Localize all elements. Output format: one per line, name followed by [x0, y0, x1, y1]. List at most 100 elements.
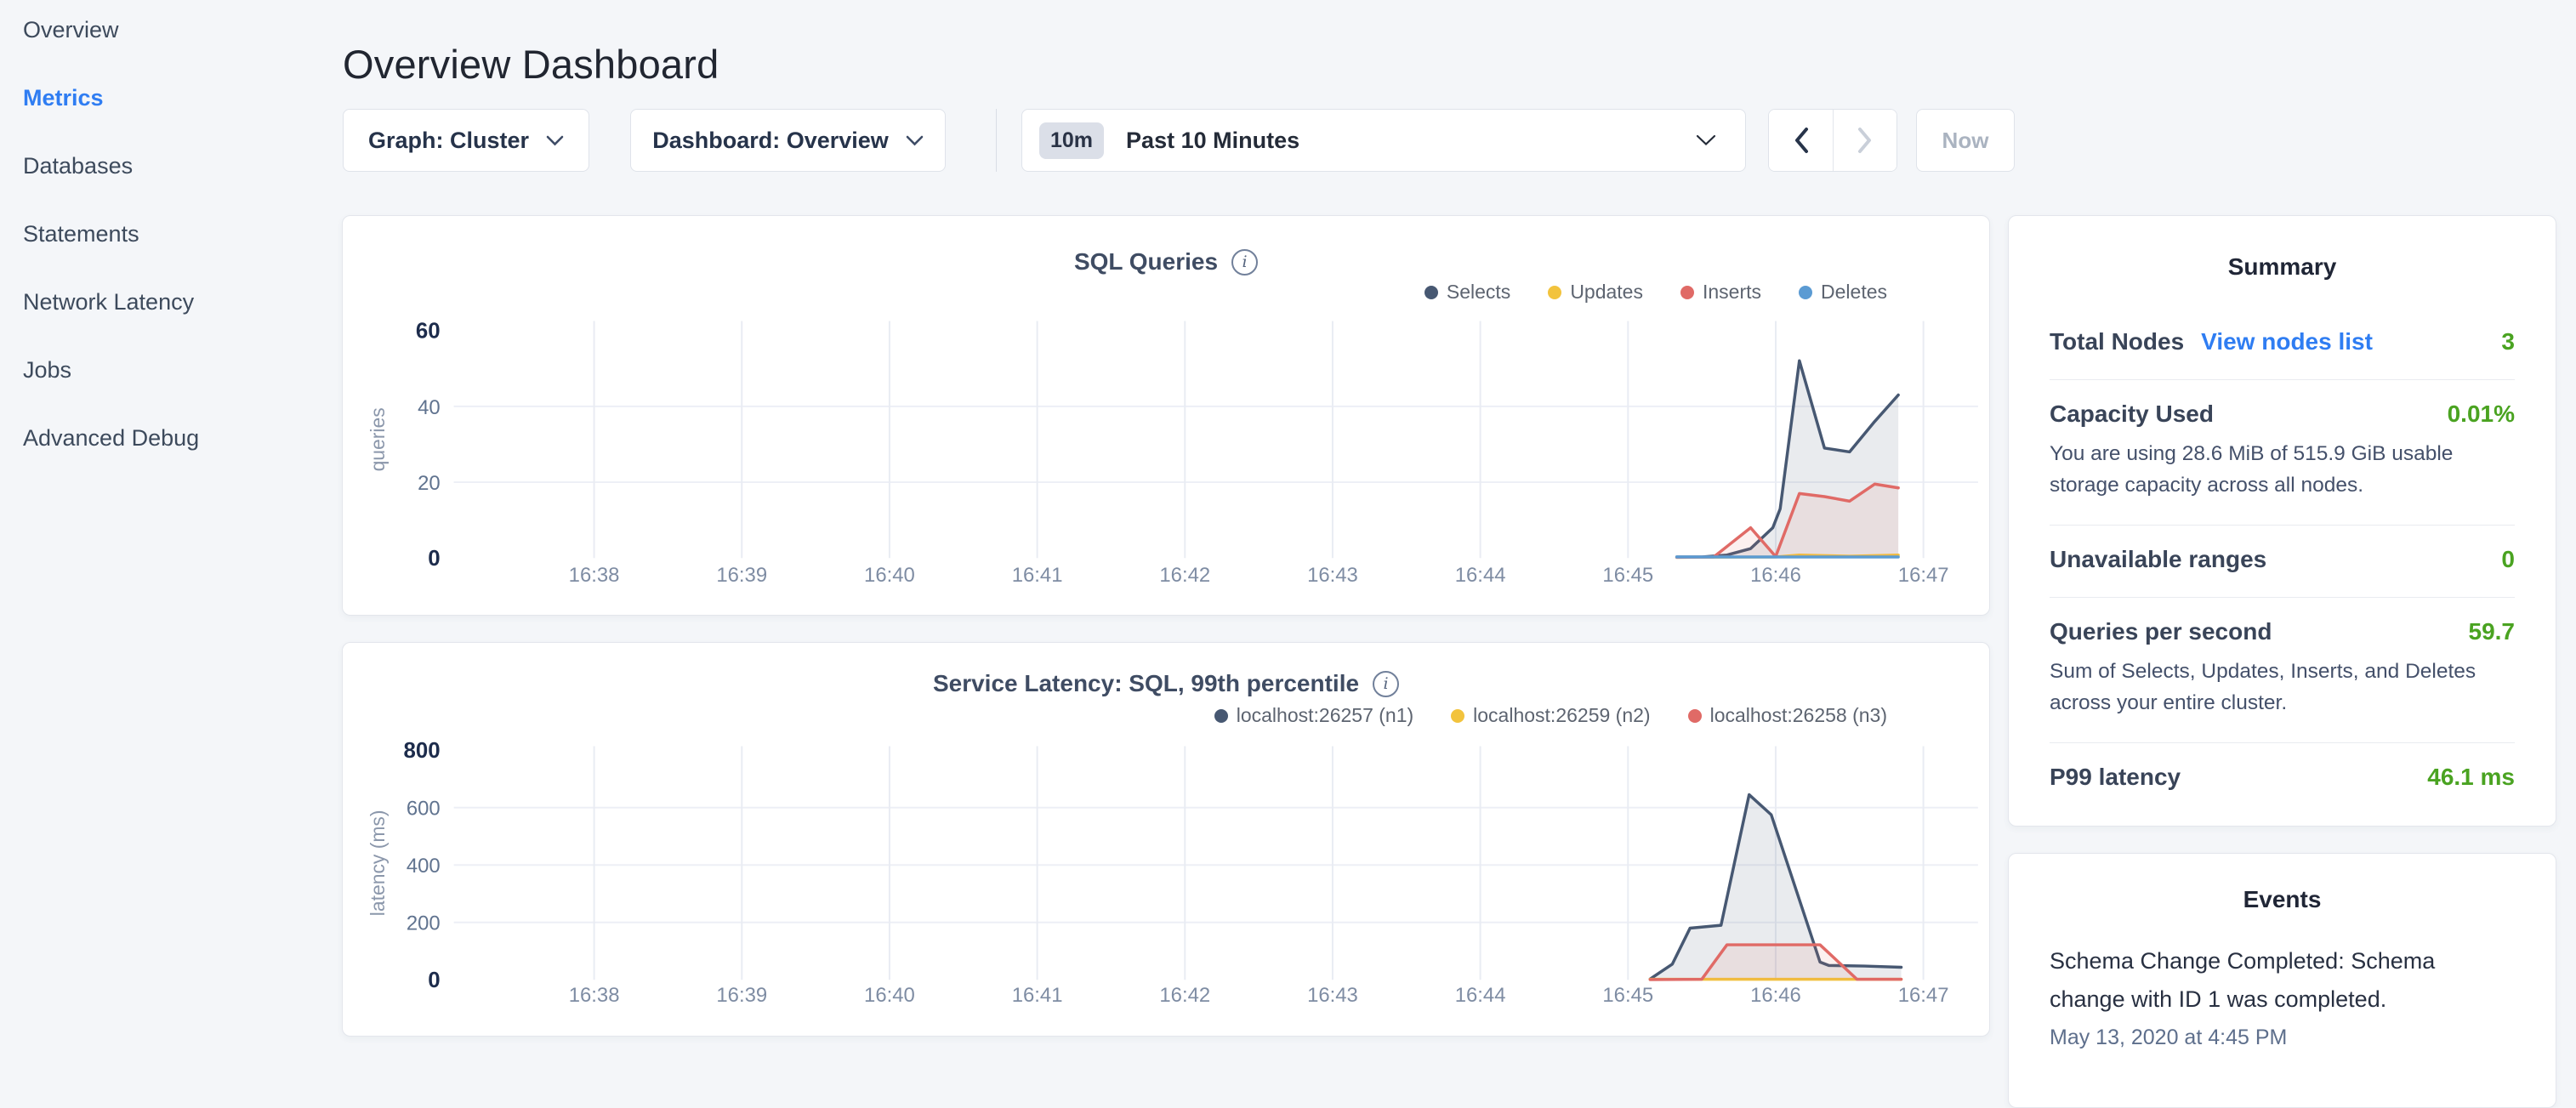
legend-label: localhost:26259 (n2) — [1473, 704, 1650, 727]
service-latency-plot[interactable]: 16:38 16:39 16:40 16:41 16:42 16:43 16:44 16:45… — [343, 643, 1989, 1036]
svg-text:queries: queries — [367, 407, 389, 471]
sql-queries-plot[interactable]: 16:3816:3916:4016:4116:4216:4316:4416:45… — [343, 216, 1989, 615]
summary-row-value: 59.7 — [2469, 618, 2516, 645]
sidebar-item-advanced-debug[interactable]: Advanced Debug — [23, 425, 340, 453]
svg-text:16:40: 16:40 — [864, 564, 915, 587]
chart-title-row: Service Latency: SQL, 99th percentile — [343, 670, 1989, 697]
svg-text:16:40: 16:40 — [864, 984, 915, 1007]
events-title: Events — [2050, 886, 2515, 913]
chevron-down-icon — [1696, 134, 1716, 146]
chart-legend: localhost:26257 (n1) localhost:26259 (n2)… — [1214, 704, 1887, 727]
summary-row-label: Total Nodes — [2050, 328, 2184, 355]
summary-row-label: P99 latency — [2050, 764, 2181, 791]
graph-dropdown[interactable]: Graph: Cluster — [343, 109, 589, 172]
chart-svg: 16:38 16:39 16:40 16:41 16:42 16:43 16:44 16:45… — [343, 643, 1989, 1036]
chevron-left-icon — [1794, 127, 1809, 154]
legend-item: localhost:26258 (n3) — [1688, 704, 1887, 727]
summary-row-label: Queries per second — [2050, 618, 2272, 645]
chart-svg: 16:3816:3916:4016:4116:4216:4316:4416:45… — [343, 216, 1989, 615]
next-range-button[interactable] — [1833, 110, 1896, 171]
summary-row-description: You are using 28.6 MiB of 515.9 GiB usab… — [2050, 438, 2515, 501]
sidebar-item-statements[interactable]: Statements — [23, 221, 340, 249]
event-item[interactable]: Schema Change Completed: Schema change w… — [2050, 942, 2515, 1050]
svg-text:200: 200 — [407, 912, 441, 935]
sidebar-item-databases[interactable]: Databases — [23, 153, 340, 181]
legend-label: Deletes — [1821, 281, 1887, 304]
service-latency-chart-card: Service Latency: SQL, 99th percentile lo… — [342, 642, 1990, 1037]
legend-label: Inserts — [1703, 281, 1761, 304]
legend-dot-icon — [1688, 709, 1702, 723]
summary-row-label: Unavailable ranges — [2050, 546, 2266, 573]
svg-text:16:39: 16:39 — [716, 984, 767, 1007]
svg-text:16:44: 16:44 — [1455, 564, 1506, 587]
summary-panel: Summary Total Nodes View nodes list 3 Ca… — [2008, 215, 2556, 827]
chart-title-row: SQL Queries — [343, 248, 1989, 276]
summary-row-value: 0 — [2501, 546, 2515, 573]
view-nodes-list-link[interactable]: View nodes list — [2201, 328, 2373, 355]
dashboard-dropdown[interactable]: Dashboard: Overview — [630, 109, 946, 172]
summary-row-label: Capacity Used — [2050, 401, 2214, 428]
sidebar: Overview Metrics Databases Statements Ne… — [0, 0, 340, 493]
event-timestamp: May 13, 2020 at 4:45 PM — [2050, 1026, 2515, 1050]
time-step-buttons — [1768, 109, 1897, 172]
svg-text:0: 0 — [428, 969, 440, 992]
legend-dot-icon — [1451, 709, 1464, 723]
svg-text:16:47: 16:47 — [1898, 564, 1949, 587]
legend-dot-icon — [1424, 286, 1438, 299]
legend-item: Deletes — [1799, 281, 1887, 304]
svg-text:800: 800 — [404, 739, 441, 763]
summary-row-unavailable-ranges: Unavailable ranges 0 — [2050, 525, 2515, 597]
summary-title: Summary — [2050, 253, 2515, 281]
svg-text:16:38: 16:38 — [569, 564, 620, 587]
chart-title: Service Latency: SQL, 99th percentile — [933, 670, 1359, 697]
legend-item: localhost:26257 (n1) — [1214, 704, 1413, 727]
previous-range-button[interactable] — [1769, 110, 1833, 171]
sql-queries-chart-card: SQL Queries Selects Updates Inserts Deletes… — [342, 215, 1990, 616]
summary-row-value: 46.1 ms — [2427, 764, 2515, 791]
legend-item: Selects — [1424, 281, 1510, 304]
time-range-label: Past 10 Minutes — [1126, 128, 1696, 154]
svg-text:20: 20 — [418, 472, 441, 495]
info-icon[interactable] — [1373, 671, 1399, 697]
legend-label: Selects — [1447, 281, 1510, 304]
legend-dot-icon — [1680, 286, 1694, 299]
svg-text:600: 600 — [407, 798, 441, 821]
chevron-right-icon — [1857, 127, 1873, 154]
sidebar-item-network-latency[interactable]: Network Latency — [23, 289, 340, 317]
time-range-selector[interactable]: 10m Past 10 Minutes — [1021, 109, 1746, 172]
summary-row-total-nodes: Total Nodes View nodes list 3 — [2050, 328, 2515, 379]
svg-text:16:42: 16:42 — [1159, 984, 1210, 1007]
svg-text:400: 400 — [407, 855, 441, 878]
svg-text:16:45: 16:45 — [1602, 984, 1653, 1007]
svg-text:16:41: 16:41 — [1012, 564, 1063, 587]
now-button[interactable]: Now — [1916, 109, 2015, 172]
summary-row-description: Sum of Selects, Updates, Inserts, and De… — [2050, 656, 2515, 719]
charts-column: SQL Queries Selects Updates Inserts Deletes… — [342, 215, 1990, 1037]
time-range-badge: 10m — [1039, 122, 1104, 159]
sidebar-item-jobs[interactable]: Jobs — [23, 357, 340, 385]
svg-text:16:41: 16:41 — [1012, 984, 1063, 1007]
graph-dropdown-label: Graph: Cluster — [368, 128, 529, 154]
legend-dot-icon — [1214, 709, 1228, 723]
svg-text:16:38: 16:38 — [569, 984, 620, 1007]
right-column: Summary Total Nodes View nodes list 3 Ca… — [2008, 215, 2556, 1108]
legend-dot-icon — [1548, 286, 1561, 299]
legend-item: Updates — [1548, 281, 1643, 304]
svg-text:16:47: 16:47 — [1898, 984, 1949, 1007]
legend-item: Inserts — [1680, 281, 1761, 304]
svg-text:latency (ms): latency (ms) — [367, 810, 389, 917]
summary-row-capacity-used: Capacity Used 0.01% You are using 28.6 M… — [2050, 379, 2515, 525]
svg-text:16:44: 16:44 — [1455, 984, 1506, 1007]
svg-text:16:42: 16:42 — [1159, 564, 1210, 587]
svg-text:16:46: 16:46 — [1750, 984, 1801, 1007]
sidebar-item-overview[interactable]: Overview — [23, 17, 340, 45]
info-icon[interactable] — [1231, 249, 1258, 276]
svg-text:16:46: 16:46 — [1750, 564, 1801, 587]
sidebar-item-metrics[interactable]: Metrics — [23, 85, 340, 113]
legend-item: localhost:26259 (n2) — [1451, 704, 1650, 727]
svg-text:16:43: 16:43 — [1307, 564, 1358, 587]
page-title: Overview Dashboard — [343, 41, 719, 88]
chevron-down-icon — [546, 135, 564, 146]
svg-text:0: 0 — [428, 547, 440, 571]
svg-text:16:43: 16:43 — [1307, 984, 1358, 1007]
